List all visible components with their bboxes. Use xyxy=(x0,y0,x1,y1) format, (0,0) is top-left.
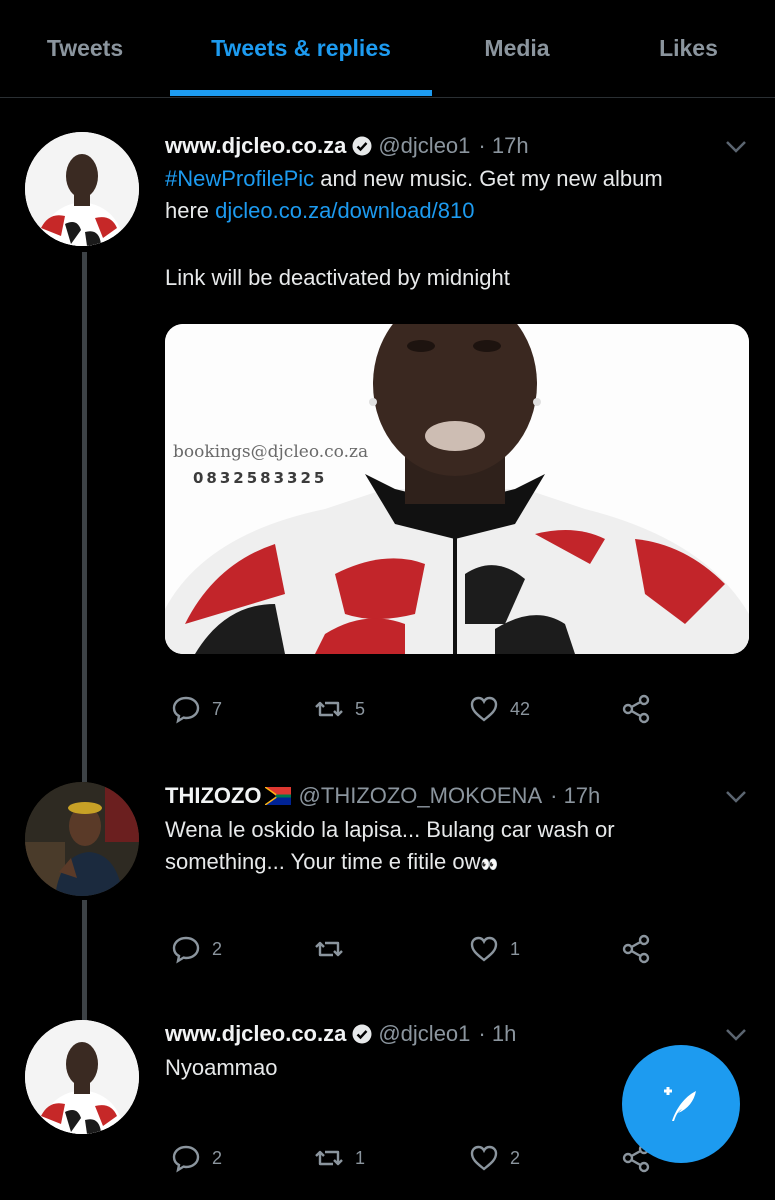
like-button[interactable]: 42 xyxy=(468,693,530,725)
hashtag-link[interactable]: #NewProfilePic xyxy=(165,166,314,191)
tweet-text-line: Link will be deactivated by midnight xyxy=(165,265,510,290)
reply-count: 2 xyxy=(212,1147,223,1168)
like-button[interactable]: 2 xyxy=(468,1142,520,1174)
tweet-text: #NewProfilePic and new music. Get my new… xyxy=(165,166,663,223)
reply-button[interactable]: 7 xyxy=(170,693,222,725)
chevron-down-icon[interactable] xyxy=(725,790,747,804)
retweet-button[interactable]: 5 xyxy=(313,693,365,725)
chevron-down-icon[interactable] xyxy=(725,140,747,154)
timestamp: · 1h xyxy=(478,1021,517,1046)
active-tab-indicator xyxy=(170,90,432,96)
retweet-icon xyxy=(315,1150,343,1166)
timestamp: · 17h xyxy=(550,783,601,808)
like-icon xyxy=(470,936,498,962)
tweet-actions: 2 1 xyxy=(165,933,665,973)
tweet-text: Wena le oskido la lapisa... Bulang car w… xyxy=(165,817,615,874)
share-button[interactable] xyxy=(620,693,652,725)
thread-line xyxy=(82,252,87,782)
tab-media[interactable]: Media xyxy=(432,0,602,96)
like-count: 1 xyxy=(510,938,521,959)
share-button[interactable] xyxy=(620,933,652,965)
verified-icon xyxy=(352,136,372,156)
tab-tweets[interactable]: Tweets xyxy=(0,0,170,96)
tweet-media-image[interactable]: bookings@djcleo.co.za 0832583325 xyxy=(165,324,749,654)
retweet-button[interactable] xyxy=(313,933,355,965)
tweet-header: www.djcleo.co.za @djcleo1 · 1h xyxy=(165,1021,516,1047)
display-name[interactable]: www.djcleo.co.za xyxy=(165,1021,346,1047)
compose-icon xyxy=(664,1087,696,1121)
tweet-actions: 2 1 2 xyxy=(165,1142,665,1182)
handle[interactable]: @djcleo1 xyxy=(378,133,470,159)
eyes-emoji: 👀 xyxy=(480,856,498,872)
avatar[interactable] xyxy=(25,1020,139,1134)
like-icon xyxy=(470,696,498,722)
chevron-down-icon[interactable] xyxy=(725,1028,747,1042)
tweet-text: Nyoammao xyxy=(165,1055,278,1080)
retweet-count: 5 xyxy=(355,698,366,719)
tweet-header: THIZOZO @THIZOZO_MOKOENA · 17h xyxy=(165,783,600,809)
like-count: 2 xyxy=(510,1147,521,1168)
reply-count: 2 xyxy=(212,938,223,959)
tab-tweets-and-replies[interactable]: Tweets & replies xyxy=(170,0,432,96)
download-link[interactable]: djcleo.co.za/download/810 xyxy=(215,198,474,223)
media-phone-text: 0832583325 xyxy=(193,469,328,487)
share-icon xyxy=(622,934,650,964)
reply-icon xyxy=(172,696,200,724)
avatar[interactable] xyxy=(25,132,139,246)
profile-tabs: Tweets Tweets & replies Media Likes xyxy=(0,0,775,98)
south-africa-flag-icon xyxy=(264,787,291,805)
reply-icon xyxy=(172,1145,200,1173)
retweet-icon xyxy=(315,941,343,957)
like-count: 42 xyxy=(510,698,531,719)
avatar[interactable] xyxy=(25,782,139,896)
timestamp: · 17h xyxy=(478,133,529,158)
reply-count: 7 xyxy=(212,698,223,719)
retweet-count: 1 xyxy=(355,1147,366,1168)
reply-button[interactable]: 2 xyxy=(170,933,222,965)
tweet-actions: 7 5 42 xyxy=(165,693,665,733)
like-icon xyxy=(470,1145,498,1171)
retweet-button[interactable]: 1 xyxy=(313,1142,365,1174)
reply-button[interactable]: 2 xyxy=(170,1142,222,1174)
compose-tweet-button[interactable] xyxy=(622,1045,740,1163)
share-icon xyxy=(622,694,650,724)
thread-line xyxy=(82,900,87,1020)
reply-icon xyxy=(172,936,200,964)
verified-icon xyxy=(352,1024,372,1044)
like-button[interactable]: 1 xyxy=(468,933,520,965)
media-email-text: bookings@djcleo.co.za xyxy=(173,442,369,462)
handle[interactable]: @THIZOZO_MOKOENA xyxy=(299,783,543,809)
retweet-icon xyxy=(315,701,343,717)
tweet-header: www.djcleo.co.za @djcleo1 · 17h xyxy=(165,133,529,159)
display-name[interactable]: www.djcleo.co.za xyxy=(165,133,346,159)
tab-likes[interactable]: Likes xyxy=(602,0,775,96)
display-name[interactable]: THIZOZO xyxy=(165,783,262,809)
handle[interactable]: @djcleo1 xyxy=(378,1021,470,1047)
